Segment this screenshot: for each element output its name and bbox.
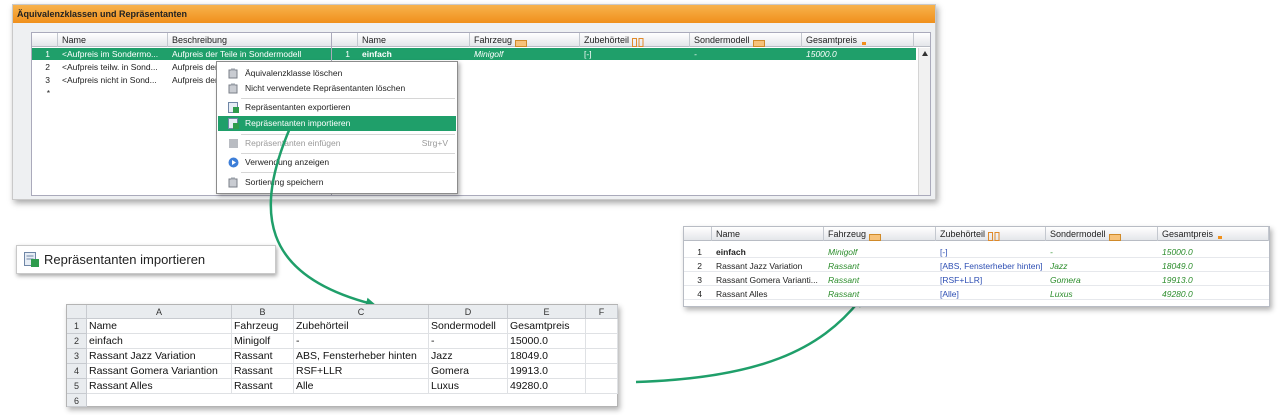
row-number: 2 (697, 261, 702, 271)
sheet-cell[interactable]: 19913.0 (508, 364, 586, 379)
sheet-cell[interactable] (586, 319, 618, 334)
column-header[interactable]: E (508, 305, 586, 319)
arrow-sheet-to-result (635, 296, 863, 384)
sheet-cell[interactable]: Rassant Alles (87, 379, 232, 394)
cell-fahrzeug: Rassant (828, 289, 860, 299)
column-header[interactable]: C (294, 305, 429, 319)
sheet-cell[interactable]: Rassant Jazz Variation (87, 349, 232, 364)
column-header-zubehoerteil[interactable]: Zubehörteil (936, 227, 1046, 241)
sheet-cell[interactable]: Rassant (232, 379, 294, 394)
cell-zubehoerteil: [Alle] (940, 289, 959, 299)
import-callout: Repräsentanten importieren (16, 245, 276, 274)
column-header-label: Fahrzeug (828, 229, 867, 239)
sheet-cell[interactable]: Zubehörteil (294, 319, 429, 334)
row-header[interactable]: 6 (67, 394, 87, 407)
result-grid: Name Fahrzeug Zubehörteil Sondermodell G… (683, 226, 1270, 307)
sheet-cell[interactable]: Jazz (429, 349, 508, 364)
cell-sondermodell: Gomera (1050, 275, 1081, 285)
cell-fahrzeug: Rassant (828, 261, 860, 271)
car-filter-icon (869, 231, 882, 241)
cell-zubehoerteil: [ABS, Fensterheber hinten] (940, 261, 1043, 271)
row-number: 4 (697, 289, 702, 299)
row-number: 3 (697, 275, 702, 285)
model-filter-icon (1108, 231, 1121, 241)
cell-name: Rassant Alles (716, 289, 768, 299)
row-header[interactable]: 1 (67, 319, 87, 334)
sheet-cell[interactable]: ABS, Fensterheber hinten (294, 349, 429, 364)
column-header[interactable]: D (429, 305, 508, 319)
cell-gesamtpreis: 15000.0 (1162, 247, 1193, 257)
sheet-cell[interactable]: - (294, 334, 429, 349)
cell-gesamtpreis: 18049.0 (1162, 261, 1193, 271)
sheet-cell[interactable]: Gesamtpreis (508, 319, 586, 334)
result-grid-header: Name Fahrzeug Zubehörteil Sondermodell G… (684, 227, 1269, 241)
part-filter-icon (988, 231, 1000, 241)
cell-gesamtpreis: 19913.0 (1162, 275, 1193, 285)
sheet-cell[interactable]: Luxus (429, 379, 508, 394)
table-row[interactable]: 4 Rassant Alles Rassant [Alle] Luxus 492… (684, 288, 1269, 300)
sheet-cell[interactable]: Gomera (429, 364, 508, 379)
sheet-cell[interactable] (586, 364, 618, 379)
spreadsheet: A B C D E F 1 Name Fahrzeug Zubehörteil … (66, 304, 618, 407)
sheet-cell[interactable]: RSF+LLR (294, 364, 429, 379)
cell-name: Rassant Gomera Varianti... (716, 275, 818, 285)
column-header-sondermodell[interactable]: Sondermodell (1046, 227, 1158, 241)
sheet-cell[interactable]: 18049.0 (508, 349, 586, 364)
cell-sondermodell: - (1050, 247, 1053, 257)
sheet-cell[interactable]: Rassant (232, 349, 294, 364)
row-number: 1 (697, 247, 702, 257)
sheet-cell[interactable]: 15000.0 (508, 334, 586, 349)
row-header[interactable]: 2 (67, 334, 87, 349)
column-header[interactable]: F (586, 305, 618, 319)
cell-name: Rassant Jazz Variation (716, 261, 803, 271)
table-row[interactable]: 2 Rassant Jazz Variation Rassant [ABS, F… (684, 260, 1269, 272)
cell-zubehoerteil: [RSF+LLR] (940, 275, 983, 285)
row-header[interactable]: 3 (67, 349, 87, 364)
cell-gesamtpreis: 49280.0 (1162, 289, 1193, 299)
sheet-cell[interactable]: Sondermodell (429, 319, 508, 334)
sheet-cell[interactable]: 49280.0 (508, 379, 586, 394)
column-header[interactable]: A (87, 305, 232, 319)
sheet-cell[interactable]: - (429, 334, 508, 349)
cell-zubehoerteil: [-] (940, 247, 948, 257)
select-all-corner[interactable] (67, 305, 87, 319)
column-header[interactable]: B (232, 305, 294, 319)
column-header-label: Zubehörteil (940, 229, 986, 239)
sheet-cell[interactable]: Name (87, 319, 232, 334)
column-header-name[interactable]: Name (712, 227, 824, 241)
table-row[interactable]: 1 einfach Minigolf [-] - 15000.0 (684, 246, 1269, 258)
arrow-menu-to-sheet (269, 127, 376, 308)
sheet-cell[interactable] (586, 334, 618, 349)
price-icon (1216, 231, 1228, 240)
sheet-cell[interactable]: Rassant Gomera Variantion (87, 364, 232, 379)
sheet-cell[interactable]: einfach (87, 334, 232, 349)
cell-fahrzeug: Minigolf (828, 247, 858, 257)
row-number-header (684, 227, 712, 241)
column-header-label: Sondermodell (1050, 229, 1106, 239)
sheet-cell[interactable]: Fahrzeug (232, 319, 294, 334)
sheet-cell[interactable]: Minigolf (232, 334, 294, 349)
column-header-gesamtpreis[interactable]: Gesamtpreis (1158, 227, 1269, 241)
sheet-cell[interactable]: Alle (294, 379, 429, 394)
cell-sondermodell: Jazz (1050, 261, 1068, 271)
column-header-fahrzeug[interactable]: Fahrzeug (824, 227, 936, 241)
sheet-cell[interactable] (586, 349, 618, 364)
row-header[interactable]: 4 (67, 364, 87, 379)
cell-name: einfach (716, 247, 746, 257)
row-header[interactable]: 5 (67, 379, 87, 394)
cell-fahrzeug: Rassant (828, 275, 860, 285)
sheet-cell[interactable]: Rassant (232, 364, 294, 379)
callout-label: Repräsentanten importieren (44, 252, 206, 267)
import-icon (24, 252, 39, 269)
table-row[interactable]: 3 Rassant Gomera Varianti... Rassant [RS… (684, 274, 1269, 286)
cell-sondermodell: Luxus (1050, 289, 1073, 299)
sheet-cell[interactable] (586, 379, 618, 394)
column-header-label: Gesamtpreis (1162, 229, 1214, 239)
